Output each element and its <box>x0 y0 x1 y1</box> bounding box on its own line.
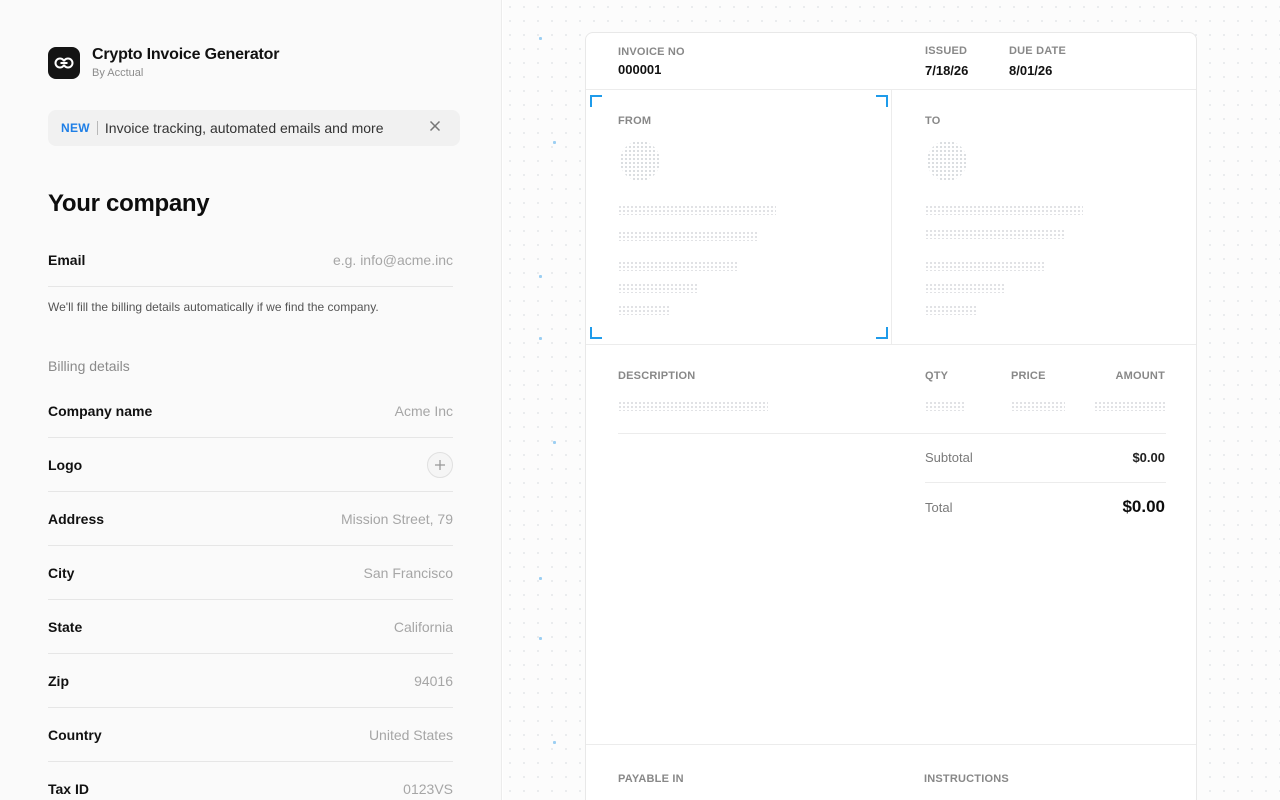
canvas-dot <box>539 337 542 340</box>
promo-text: Invoice tracking, automated emails and m… <box>104 120 384 136</box>
tax-id-label: Tax ID <box>48 781 89 797</box>
to-name-placeholder <box>925 205 1083 215</box>
issued-value: 7/18/26 <box>925 63 969 78</box>
app-title: Crypto Invoice Generator <box>92 46 280 63</box>
canvas-dot <box>553 441 556 444</box>
country-row: Country <box>48 708 453 762</box>
state-row: State <box>48 600 453 654</box>
item-qty-placeholder <box>925 401 965 411</box>
company-name-input[interactable] <box>233 402 453 419</box>
price-column-header: PRICE <box>1011 370 1046 382</box>
close-icon[interactable] <box>428 119 442 133</box>
canvas-dot <box>539 275 542 278</box>
payable-in-label: PAYABLE IN <box>618 773 684 785</box>
item-price-placeholder <box>1011 401 1065 411</box>
amount-column-header: AMOUNT <box>1115 370 1165 382</box>
item-amount-placeholder <box>1094 401 1166 411</box>
tax-id-row: Tax ID <box>48 762 453 800</box>
subtotal-value: $0.00 <box>1132 450 1165 465</box>
from-zip-placeholder <box>618 305 670 315</box>
from-name-placeholder <box>618 205 776 215</box>
canvas-dot <box>539 37 542 40</box>
zip-row: Zip <box>48 654 453 708</box>
email-label: Email <box>48 251 86 268</box>
from-city-placeholder <box>618 283 698 293</box>
state-label: State <box>48 618 83 635</box>
to-zip-placeholder <box>925 305 977 315</box>
instructions-label: INSTRUCTIONS <box>924 773 1009 785</box>
form-panel: Crypto Invoice Generator By Acctual NEW … <box>0 0 502 800</box>
country-input[interactable] <box>233 726 453 743</box>
logo-row: Logo <box>48 438 453 492</box>
tax-id-input[interactable] <box>233 781 453 797</box>
qty-column-header: QTY <box>925 370 949 382</box>
city-input[interactable] <box>233 564 453 581</box>
to-logo-placeholder <box>927 141 967 181</box>
add-logo-button[interactable] <box>427 451 453 478</box>
canvas-dot <box>553 741 556 744</box>
from-logo-placeholder <box>620 141 660 181</box>
items-divider <box>586 344 1196 345</box>
email-hint: We'll fill the billing details automatic… <box>48 300 379 314</box>
total-label: Total <box>925 500 953 515</box>
invoice-no-value: 000001 <box>618 62 662 77</box>
address-input[interactable] <box>233 510 453 527</box>
zip-label: Zip <box>48 672 69 689</box>
zip-input[interactable] <box>233 672 453 689</box>
canvas-dot <box>539 637 542 640</box>
logo-label: Logo <box>48 456 83 473</box>
due-date-value: 8/01/26 <box>1009 63 1053 78</box>
from-label: FROM <box>618 115 652 127</box>
issued-label: ISSUED <box>925 45 968 57</box>
to-city-placeholder <box>925 283 1005 293</box>
items-bottom-divider <box>618 433 1166 434</box>
section-title: Your company <box>48 190 210 217</box>
promo-banner[interactable]: NEW Invoice tracking, automated emails a… <box>48 110 460 146</box>
city-row: City <box>48 546 453 600</box>
address-row: Address <box>48 492 453 546</box>
to-email-placeholder <box>925 229 1065 239</box>
total-value: $0.00 <box>1122 497 1165 516</box>
from-email-placeholder <box>618 231 758 241</box>
to-label: TO <box>925 115 941 127</box>
to-address-placeholder <box>925 261 1045 271</box>
billing-heading: Billing details <box>48 358 130 374</box>
address-label: Address <box>48 510 105 527</box>
description-column-header: DESCRIPTION <box>618 370 696 382</box>
email-row: Email <box>48 233 453 287</box>
due-date-label: DUE DATE <box>1009 45 1067 57</box>
canvas-dot <box>553 141 556 144</box>
from-address-placeholder <box>618 261 738 271</box>
email-input[interactable] <box>233 251 453 268</box>
plus-icon <box>435 459 445 470</box>
invoice-no-label: INVOICE NO <box>618 46 685 58</box>
promo-divider <box>96 121 98 135</box>
app-brand: Crypto Invoice Generator By Acctual <box>48 46 279 79</box>
country-label: Country <box>48 726 102 743</box>
invoice-preview: INVOICE NO 000001 ISSUED 7/18/26 DUE DAT… <box>585 32 1197 800</box>
city-label: City <box>48 564 75 581</box>
app-byline: By Acctual <box>92 67 144 79</box>
state-input[interactable] <box>233 618 453 635</box>
subtotal-label: Subtotal <box>925 450 973 465</box>
company-name-row: Company name <box>48 384 453 438</box>
totals-divider <box>925 482 1166 483</box>
link-chain-icon <box>48 46 80 79</box>
footer-divider <box>586 744 1196 745</box>
company-name-label: Company name <box>48 402 153 419</box>
canvas-dot <box>539 577 542 580</box>
item-description-placeholder <box>618 401 768 411</box>
from-block[interactable] <box>590 95 888 339</box>
new-badge: NEW <box>61 121 90 135</box>
